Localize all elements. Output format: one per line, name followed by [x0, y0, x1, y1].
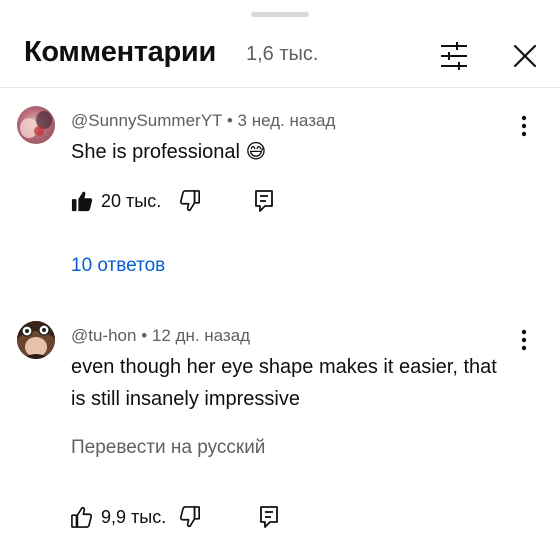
- more-options-button[interactable]: [512, 322, 536, 358]
- comment-text: even though her eye shape makes it easie…: [71, 356, 497, 410]
- comment-item: @tu-hon • 12 дн. назад even though her e…: [0, 0, 560, 560]
- more-vert-icon: [521, 329, 527, 351]
- comment-actions: 9,9 тыс.: [71, 499, 491, 535]
- like-button[interactable]: 9,9 тыс.: [71, 499, 166, 535]
- dislike-button[interactable]: [175, 499, 205, 535]
- reply-button[interactable]: [254, 499, 284, 535]
- translate-link[interactable]: Перевести на русский: [71, 437, 265, 459]
- comment-meta: @tu-hon • 12 дн. назад: [71, 326, 250, 346]
- thumbs-up-icon: [71, 506, 93, 528]
- like-count: 9,9 тыс.: [101, 506, 167, 527]
- thumbs-down-icon: [179, 506, 200, 528]
- avatar[interactable]: [17, 321, 55, 359]
- comment-author[interactable]: @tu-hon: [71, 326, 136, 345]
- reply-comment-icon: [260, 506, 278, 528]
- meta-separator: •: [141, 326, 148, 345]
- comment-time: 12 дн. назад: [151, 326, 251, 345]
